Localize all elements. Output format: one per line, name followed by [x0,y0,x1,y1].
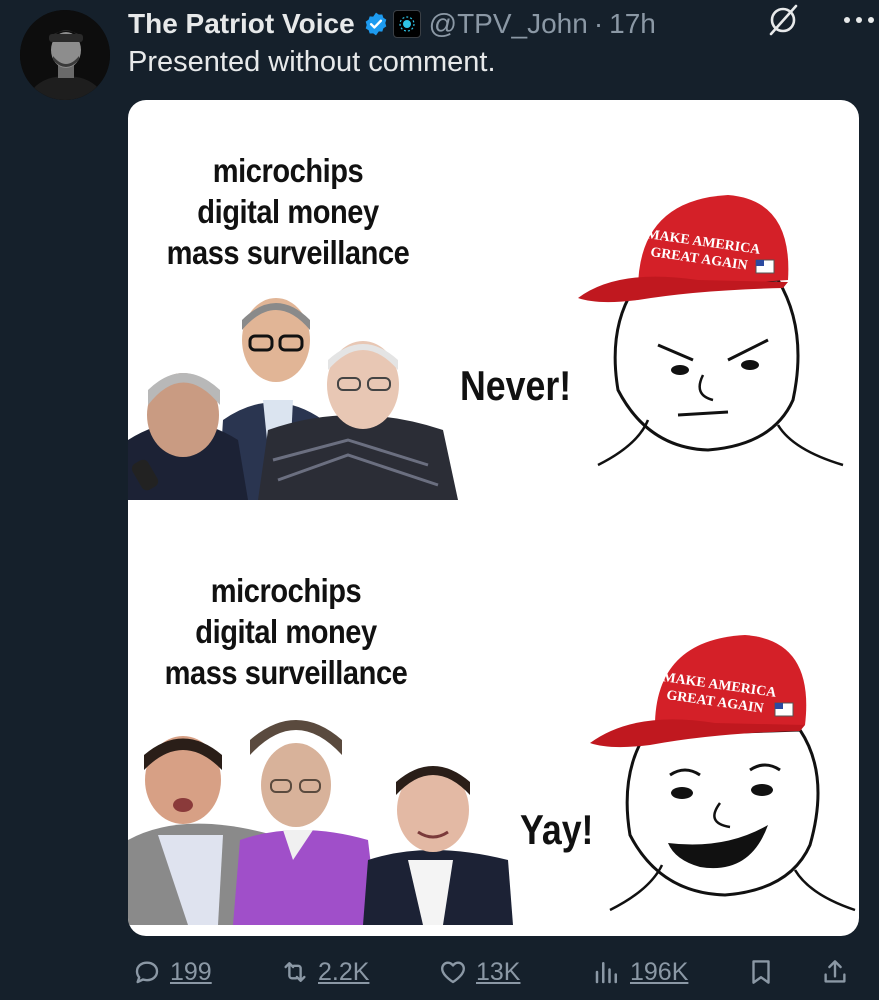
bookmark-button[interactable] [746,950,776,994]
views-icon [595,962,617,984]
repost-icon [284,962,306,982]
top-wojak-drawing: MAKE AMERICA GREAT AGAIN [578,195,844,467]
reply-button[interactable]: 199 [132,950,212,994]
like-button[interactable]: 13K [438,950,520,994]
top-caption-line-1: microchips [212,152,364,189]
avatar-image [20,10,110,100]
top-people-photo [128,298,458,500]
post-time[interactable]: 17h [609,8,656,40]
separator-dot: · [593,8,604,39]
bottom-caption-line-1: microchips [210,572,362,609]
share-icon [824,960,846,983]
bottom-wojak-drawing: MAKE AMERICA GREAT AGAIN [590,635,856,912]
author-avatar[interactable] [20,10,110,100]
views-count: 196K [630,957,689,986]
like-count: 13K [476,957,521,986]
reply-icon [135,961,159,984]
author-handle[interactable]: @TPV_John [429,8,588,40]
top-caption: microchips digital money mass surveillan… [156,150,420,273]
views-button[interactable]: 196K [592,950,688,994]
more-icon[interactable] [839,4,879,36]
bottom-caption-line-3: mass surveillance [164,654,408,691]
bottom-reaction-text: Yay! [520,806,594,853]
display-name[interactable]: The Patriot Voice [128,8,355,40]
bottom-caption: microchips digital money mass surveillan… [154,570,418,693]
bottom-caption-line-2: digital money [195,613,377,650]
action-bar: 199 2.2K 13K 196K [128,950,859,994]
like-icon [441,961,465,984]
grok-icon[interactable] [765,2,801,38]
repost-button[interactable]: 2.2K [280,950,369,994]
verified-badge-icon [365,12,386,36]
bottom-people-photo [128,720,513,925]
top-caption-line-3: mass surveillance [166,234,410,271]
share-button[interactable] [820,950,850,994]
post-media-image[interactable]: microchips digital money mass surveillan… [128,100,859,936]
bookmark-icon [752,960,770,984]
repost-count: 2.2K [318,957,370,986]
reply-count: 199 [170,957,212,986]
affiliate-badge-icon[interactable] [392,10,421,38]
post-header: The Patriot Voice @TPV_John · 17h [128,4,859,44]
top-caption-line-2: digital money [197,193,379,230]
top-reaction-text: Never! [460,362,572,409]
post-text: Presented without comment. [128,46,496,78]
